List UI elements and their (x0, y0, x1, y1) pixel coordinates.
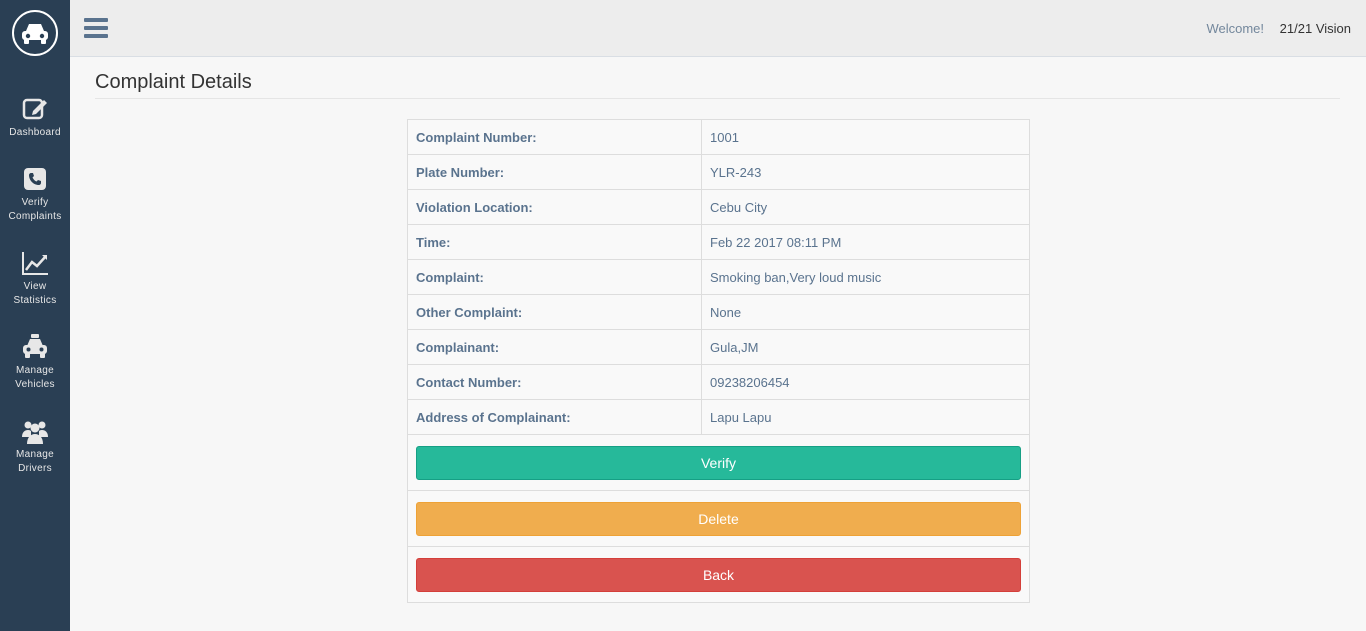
action-cell: Delete (407, 490, 1030, 547)
table-row: Contact Number: 09238206454 (407, 364, 1030, 400)
verify-button[interactable]: Verify (416, 445, 1021, 480)
sidebar-item-manage-drivers[interactable]: Manage Drivers (0, 417, 70, 476)
field-value: Cebu City (701, 189, 1030, 225)
line-chart-icon (22, 252, 48, 275)
sidebar-item-verify-complaints[interactable]: Verify Complaints (0, 165, 70, 224)
table-row: Other Complaint: None (407, 294, 1030, 330)
field-value: Smoking ban,Very loud music (701, 259, 1030, 295)
table-row: Complaint Number: 1001 (407, 119, 1030, 155)
page-title: Complaint Details (95, 71, 252, 93)
action-cell: Verify (407, 434, 1030, 491)
field-label: Complaint: (407, 259, 702, 295)
delete-button[interactable]: Delete (416, 501, 1021, 536)
phone-icon (24, 168, 46, 190)
field-label: Complaint Number: (407, 119, 702, 155)
car-icon-glyph (22, 24, 48, 44)
sidebar-item-view-statistics[interactable]: View Statistics (0, 249, 70, 308)
table-row: Address of Complainant: Lapu Lapu (407, 399, 1030, 435)
field-label: Plate Number: (407, 154, 702, 190)
table-row: Plate Number: YLR-243 (407, 154, 1030, 190)
top-navbar: Welcome! 21/21 Vision (70, 0, 1366, 57)
field-value: Gula,JM (701, 329, 1030, 365)
title-divider (95, 98, 1340, 99)
field-label: Contact Number: (407, 364, 702, 400)
sidebar-item-label: Manage Vehicles (15, 365, 55, 390)
table-row: Complaint: Smoking ban,Very loud music (407, 259, 1030, 295)
sidebar: Dashboard Verify Complaints View Statist… (0, 0, 70, 631)
field-label: Address of Complainant: (407, 399, 702, 435)
field-value: None (701, 294, 1030, 330)
field-label: Time: (407, 224, 702, 260)
users-icon (22, 421, 48, 444)
user-menu[interactable]: 21/21 Vision (1280, 21, 1351, 36)
field-value: YLR-243 (701, 154, 1030, 190)
field-value: Feb 22 2017 08:11 PM (701, 224, 1030, 260)
field-label: Other Complaint: (407, 294, 702, 330)
welcome-text: Welcome! (1206, 21, 1264, 36)
table-row: Complainant: Gula,JM (407, 329, 1030, 365)
back-button[interactable]: Back (416, 557, 1021, 592)
action-row: Delete (407, 490, 1030, 547)
taxi-icon (23, 334, 47, 358)
sidebar-item-dashboard[interactable]: Dashboard (0, 95, 70, 140)
sidebar-item-label: Dashboard (9, 127, 61, 138)
sidebar-item-label: Verify Complaints (8, 197, 62, 222)
field-value: 09238206454 (701, 364, 1030, 400)
complaint-details-table: Complaint Number: 1001 Plate Number: YLR… (407, 119, 1030, 603)
sidebar-item-manage-vehicles[interactable]: Manage Vehicles (0, 333, 70, 392)
edit-icon (22, 98, 47, 120)
action-cell: Back (407, 546, 1030, 603)
hamburger-icon[interactable] (84, 18, 108, 38)
sidebar-item-label: Manage Drivers (16, 449, 54, 474)
table-row: Violation Location: Cebu City (407, 189, 1030, 225)
field-label: Complainant: (407, 329, 702, 365)
car-icon[interactable] (12, 10, 58, 56)
field-value: 1001 (701, 119, 1030, 155)
sidebar-item-label: View Statistics (13, 281, 57, 306)
table-row: Time: Feb 22 2017 08:11 PM (407, 224, 1030, 260)
field-value: Lapu Lapu (701, 399, 1030, 435)
field-label: Violation Location: (407, 189, 702, 225)
action-row: Verify (407, 434, 1030, 491)
action-row: Back (407, 546, 1030, 603)
